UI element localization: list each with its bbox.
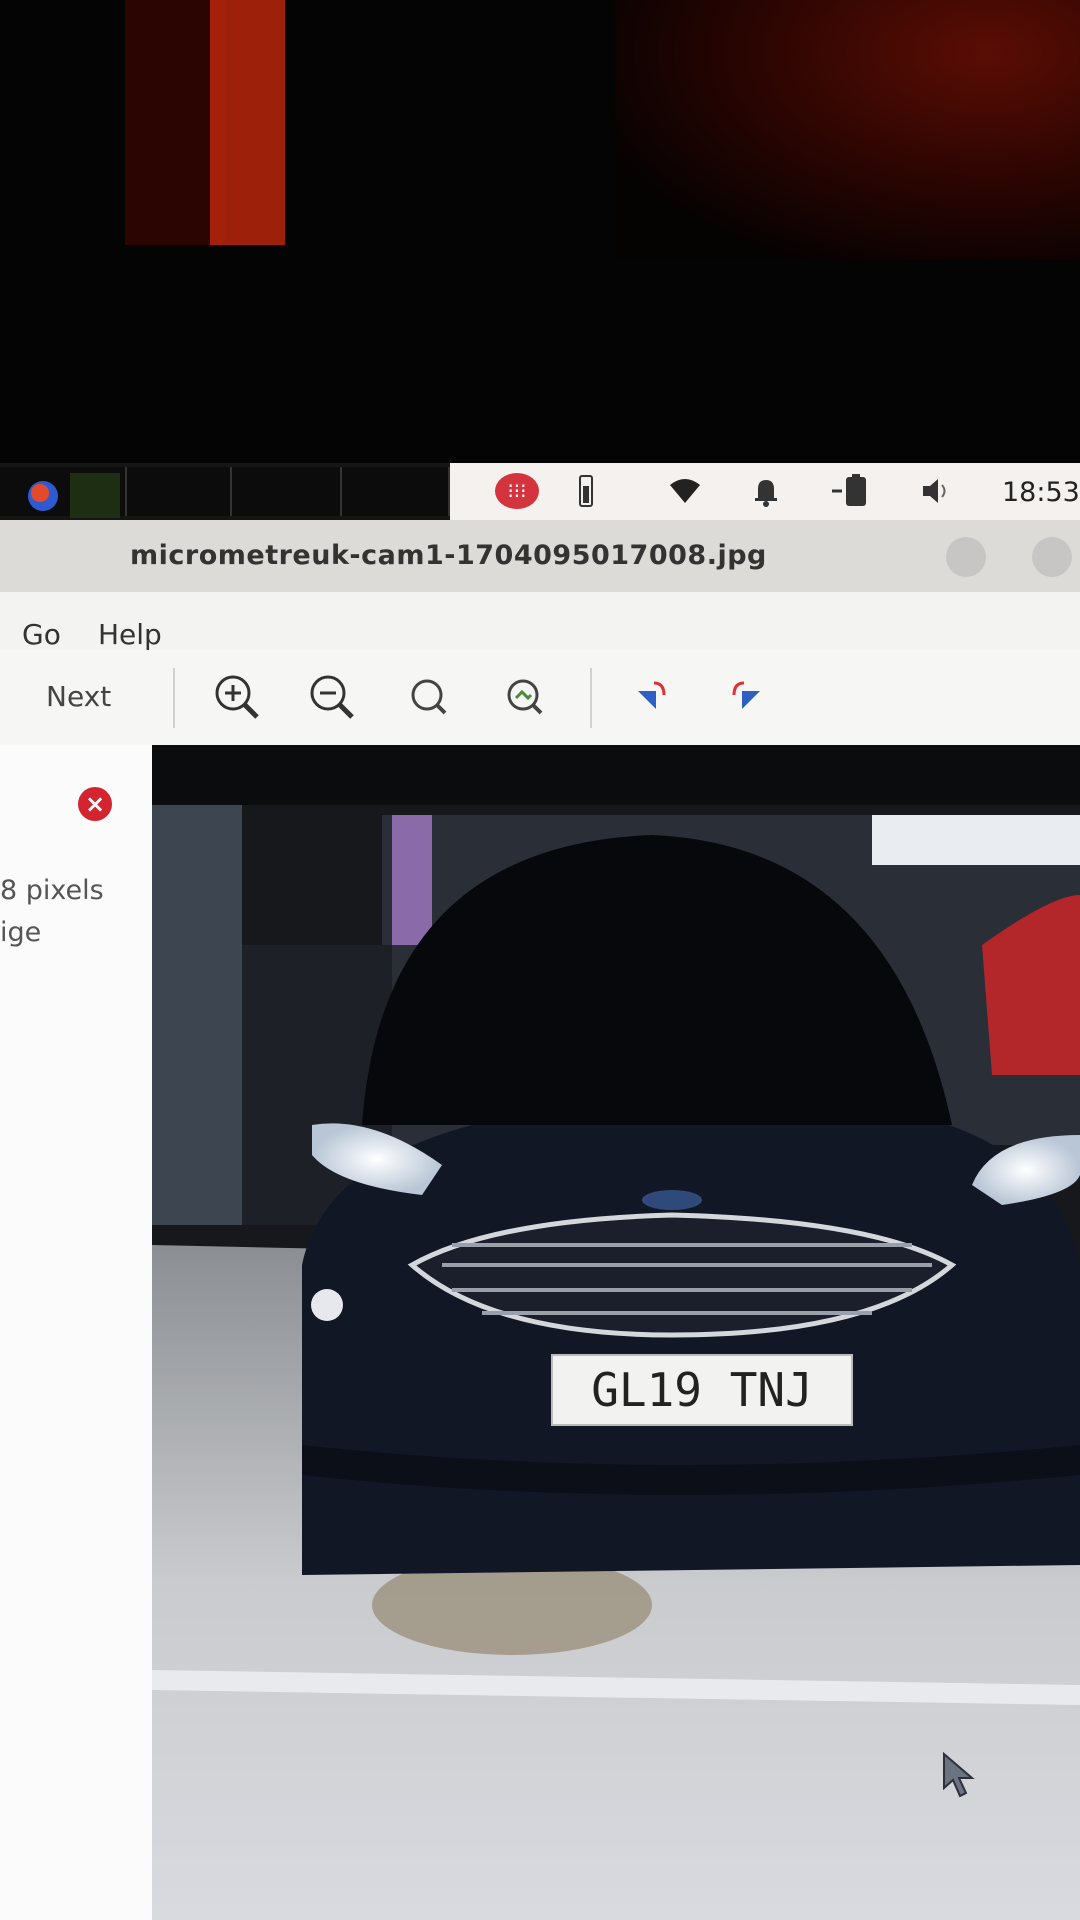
next-button[interactable]: Next — [46, 680, 111, 713]
menu-go[interactable]: Go — [22, 618, 61, 651]
rotate-left-icon[interactable] — [625, 672, 675, 722]
image-viewer-window: micrometreuk-cam1-1704095017008.jpg Go H… — [0, 520, 1080, 1920]
taskbar-slot[interactable] — [342, 467, 450, 516]
best-fit-icon[interactable] — [500, 672, 550, 722]
background-red-glow — [615, 0, 1080, 260]
image-display[interactable]: GL19 TNJ — [152, 745, 1080, 1920]
properties-sidebar: × 8 pixels ige — [0, 745, 152, 1920]
browser-icon — [28, 481, 58, 511]
menu-help[interactable]: Help — [98, 618, 162, 651]
bell-icon[interactable] — [752, 473, 780, 509]
background-room — [0, 0, 1080, 465]
minimize-button[interactable] — [946, 537, 986, 577]
taskbar-app-thumbnail — [70, 473, 120, 518]
toolbar-separator — [173, 668, 175, 728]
battery-meter-icon[interactable] — [575, 473, 597, 509]
zoom-normal-icon[interactable] — [404, 672, 454, 722]
sidebar-type-text: ige — [0, 917, 42, 948]
battery-icon[interactable] — [830, 473, 876, 509]
mouse-pointer-icon — [943, 1752, 975, 1798]
number-plate-text: GL19 TNJ — [591, 1363, 813, 1417]
system-tray: ⁝⁝⁝ 18:53 — [450, 463, 1080, 520]
taskbar-slot[interactable] — [127, 467, 232, 516]
clock[interactable]: 18:53 — [1002, 477, 1080, 508]
displayed-photo: GL19 TNJ — [152, 745, 1080, 1920]
wifi-icon[interactable] — [668, 473, 702, 509]
top-panel: ⁝⁝⁝ 18:53 — [0, 463, 1080, 520]
toolbar: Next — [0, 650, 1080, 746]
background-red-light — [210, 0, 285, 245]
maximize-button[interactable] — [1032, 537, 1072, 577]
taskbar-slot-browser[interactable] — [0, 467, 127, 518]
sidebar-dimensions-text: 8 pixels — [0, 875, 104, 906]
title-bar[interactable]: micrometreuk-cam1-1704095017008.jpg — [0, 520, 1080, 593]
volume-icon[interactable] — [920, 473, 956, 509]
close-sidebar-icon[interactable]: × — [78, 787, 112, 821]
zoom-out-icon[interactable] — [307, 672, 357, 722]
taskbar-slot[interactable] — [232, 467, 342, 516]
rotate-right-icon[interactable] — [723, 672, 773, 722]
window-title: micrometreuk-cam1-1704095017008.jpg — [130, 540, 767, 571]
app-indicator-icon[interactable]: ⁝⁝⁝ — [495, 473, 539, 509]
zoom-in-icon[interactable] — [212, 672, 262, 722]
toolbar-separator — [590, 668, 592, 728]
